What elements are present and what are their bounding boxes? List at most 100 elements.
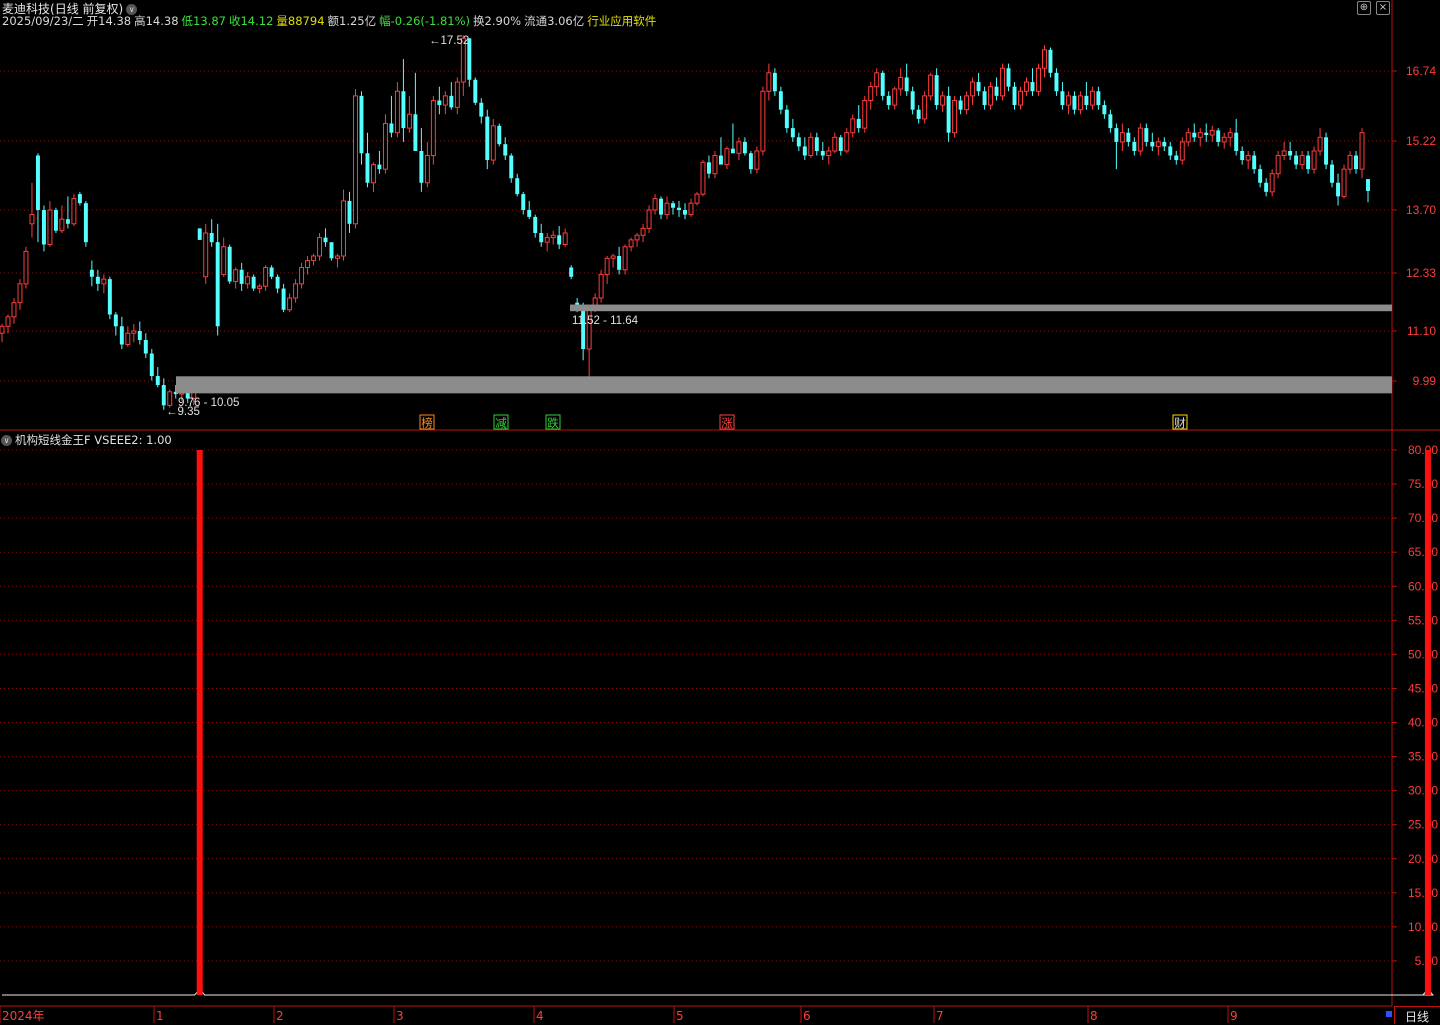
candle-body	[581, 309, 586, 350]
candle-body	[454, 81, 460, 108]
candle-body	[1041, 49, 1047, 69]
event-marker-box	[719, 414, 735, 430]
zone-label: 11.52 - 11.64	[572, 315, 639, 327]
candle-body	[347, 200, 352, 224]
candle-body	[59, 218, 65, 232]
indicator-axis-label: 20.00	[1408, 852, 1438, 866]
candle-body	[509, 155, 514, 179]
candle-body	[820, 150, 825, 156]
candle-body	[257, 285, 263, 290]
candle-body	[874, 72, 880, 88]
candle-body	[940, 95, 946, 106]
candle-body	[1288, 150, 1293, 156]
event-marker-box	[545, 414, 561, 430]
chevron-down-icon[interactable]: ∨	[1, 435, 12, 446]
candle-body	[460, 37, 466, 83]
candle-body	[5, 316, 11, 327]
candle-body	[1162, 141, 1167, 147]
candle-body	[299, 266, 305, 285]
time-axis-label: 1	[156, 1009, 164, 1023]
stock-chart-window: 麦迪科技(日线 前复权) ∨ ⊕ × 2025/09/23/二 开14.38 高14.…	[0, 0, 1440, 1024]
candle-body	[233, 269, 239, 282]
price-axis-label: 9.99	[1413, 374, 1437, 388]
event-marker-label: 跌	[547, 416, 559, 430]
candle-body	[0, 325, 5, 334]
industry-link[interactable]: 行业应用软件	[587, 14, 656, 28]
candle-body	[1030, 82, 1035, 92]
candle-body	[1185, 132, 1191, 143]
signal-bar	[196, 450, 203, 995]
indicator-value: VSEEE2: 1.00	[94, 433, 172, 447]
candle-body	[1336, 182, 1341, 197]
candle-body	[29, 214, 35, 225]
time-axis-label: 2	[276, 1009, 284, 1023]
candle-body	[1347, 155, 1353, 170]
indicator-axis-label: 50.00	[1408, 647, 1438, 661]
candle-body	[826, 150, 832, 157]
candle-body	[65, 219, 70, 224]
candle-body	[712, 155, 718, 175]
float-value: 3.06亿	[547, 14, 585, 28]
candle-body	[1174, 155, 1179, 161]
candle-body	[946, 95, 951, 133]
volume-value: 88794	[287, 14, 325, 28]
candle-body	[1179, 141, 1185, 161]
indicator-axis-label: 55.00	[1408, 613, 1438, 627]
candle-body	[748, 153, 753, 170]
candle-body	[1359, 132, 1365, 170]
candle-body	[413, 114, 418, 151]
candle-body	[862, 99, 868, 129]
candle-body	[790, 128, 795, 138]
candle-body	[742, 141, 747, 154]
indicator-axis-label: 30.00	[1408, 784, 1438, 798]
low-value: 13.87	[193, 14, 226, 28]
indicator-axis-label: 15.00	[1408, 886, 1438, 900]
period-box[interactable]: 日线	[1394, 1006, 1440, 1024]
candle-body	[898, 76, 904, 90]
indicator-baseline	[2, 988, 1434, 996]
candle-body	[634, 234, 640, 241]
candle-body	[802, 146, 807, 156]
candle-body	[718, 155, 723, 165]
candle-body	[11, 302, 17, 318]
candle-body	[317, 237, 323, 257]
candle-body	[335, 255, 340, 259]
candle-body	[1216, 130, 1221, 142]
indicator-axis-label: 65.00	[1408, 545, 1438, 559]
candle-body	[137, 331, 142, 341]
candle-body	[539, 232, 544, 243]
quote-bar: 2025/09/23/二 开14.38 高14.38 低13.87 收14.12 量887…	[2, 13, 659, 29]
candle-body	[766, 72, 772, 92]
candle-body	[305, 260, 311, 268]
candle-body	[1150, 141, 1155, 147]
support-zone	[176, 376, 1392, 394]
close-label: 收	[228, 14, 241, 28]
quote-date: 2025/09/23/二	[2, 14, 84, 28]
candle-body	[406, 113, 412, 129]
price-axis-label: 13.70	[1406, 203, 1436, 217]
candle-body	[113, 314, 118, 327]
candle-body	[263, 266, 269, 287]
candle-body	[377, 164, 382, 170]
indicator-title: ∨ 机构短线金王F VSEEE2: 1.00	[1, 432, 172, 448]
candle-body	[209, 232, 214, 243]
candle-body	[1341, 168, 1347, 197]
scroll-indicator[interactable]	[1386, 1011, 1392, 1017]
candle-body	[772, 72, 777, 92]
settings-icon[interactable]: ⊕	[1357, 1, 1371, 15]
candle-body	[778, 91, 783, 110]
candle-body	[1209, 129, 1215, 136]
candle-body	[1065, 95, 1071, 106]
candle-body	[203, 232, 209, 278]
event-marker-label: 涨	[721, 416, 733, 430]
candle-body	[1012, 86, 1017, 106]
high-value: 14.38	[145, 14, 179, 28]
candle-body	[1227, 132, 1233, 138]
candle-body	[449, 95, 454, 108]
candle-body	[1060, 91, 1065, 106]
candle-body	[107, 279, 112, 315]
close-icon[interactable]: ×	[1376, 1, 1390, 15]
candle-body	[323, 237, 328, 243]
candle-body	[1221, 136, 1227, 143]
indicator-axis-label: 35.00	[1408, 750, 1438, 764]
